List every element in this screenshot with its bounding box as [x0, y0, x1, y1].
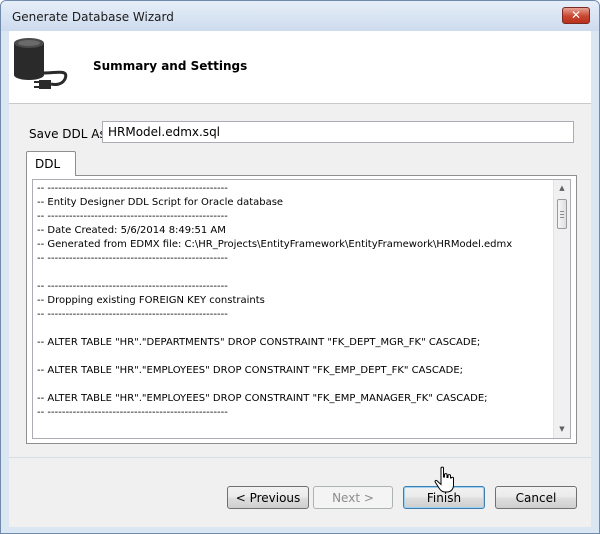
finish-button[interactable]: Finish: [403, 486, 485, 509]
save-ddl-input[interactable]: [102, 121, 574, 143]
window-title: Generate Database Wizard: [12, 10, 174, 24]
next-button[interactable]: Next >: [313, 486, 393, 509]
chevron-up-icon: ▲: [559, 184, 565, 192]
scroll-down-arrow[interactable]: ▼: [554, 421, 570, 438]
wizard-body: Summary and Settings Save DDL As: DDL --…: [9, 31, 591, 527]
ddl-line: -- Entity Designer DDL Script for Oracle…: [37, 197, 284, 208]
ddl-line: -- Generated from EDMX file: C:\HR_Proje…: [37, 239, 513, 250]
vertical-scrollbar[interactable]: ▲ ▼: [553, 180, 570, 438]
ddl-line: -- -------------------------------------…: [37, 183, 228, 194]
previous-button[interactable]: < Previous: [227, 486, 309, 509]
ddl-tab-panel: -- -------------------------------------…: [26, 175, 577, 444]
wizard-window: Generate Database Wizard ✕ Summary and S…: [0, 0, 600, 534]
save-ddl-label: Save DDL As:: [29, 127, 110, 141]
chevron-down-icon: ▼: [559, 425, 565, 433]
ddl-line: -- -------------------------------------…: [37, 309, 228, 320]
close-button[interactable]: ✕: [562, 7, 590, 24]
grip-line: [560, 214, 564, 215]
ddl-line: [37, 350, 549, 364]
cancel-button[interactable]: Cancel: [495, 486, 577, 509]
wizard-header: Summary and Settings: [9, 31, 591, 104]
ddl-line: [37, 322, 549, 336]
tab-ddl-label: DDL: [35, 157, 61, 171]
ddl-line: -- ALTER TABLE "HR"."EMPLOYEES" DROP CON…: [37, 365, 464, 376]
grip-line: [560, 211, 564, 212]
ddl-line: -- -------------------------------------…: [37, 407, 228, 418]
ddl-line: -- -------------------------------------…: [37, 281, 228, 292]
ddl-line: [37, 266, 549, 280]
ddl-script-area[interactable]: -- -------------------------------------…: [32, 179, 571, 439]
ddl-lines: -- -------------------------------------…: [37, 182, 549, 420]
scroll-thumb[interactable]: [557, 199, 567, 229]
ddl-line: -- Dropping existing FOREIGN KEY constra…: [37, 295, 265, 306]
ddl-line: -- -------------------------------------…: [37, 211, 228, 222]
ddl-line: -- Date Created: 5/6/2014 8:49:51 AM: [37, 225, 226, 236]
database-plug-icon: [14, 38, 68, 89]
ddl-line: -- ALTER TABLE "HR"."EMPLOYEES" DROP CON…: [37, 393, 488, 404]
close-icon: ✕: [570, 8, 582, 22]
ddl-line: -- ALTER TABLE "HR"."DEPARTMENTS" DROP C…: [37, 337, 481, 348]
scroll-up-arrow[interactable]: ▲: [554, 180, 570, 197]
ddl-line: -- -------------------------------------…: [37, 253, 228, 264]
title-bar[interactable]: Generate Database Wizard ✕: [1, 1, 599, 31]
grip-line: [560, 217, 564, 218]
tab-ddl[interactable]: DDL: [26, 151, 76, 176]
footer-separator: [9, 457, 591, 458]
ddl-line: [37, 378, 549, 392]
page-title: Summary and Settings: [93, 59, 248, 73]
